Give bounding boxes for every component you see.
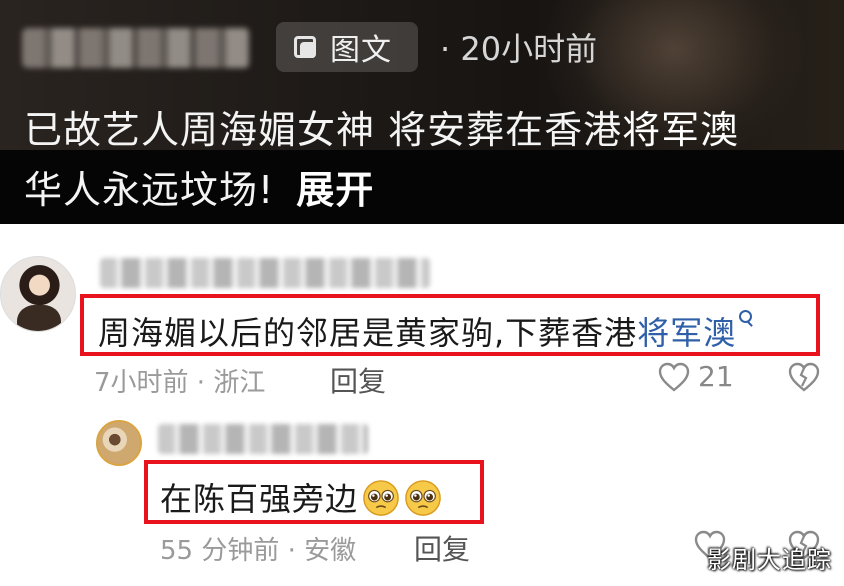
- username-blurred[interactable]: [100, 258, 430, 288]
- pleading-face-emoji: [363, 480, 399, 516]
- search-icon[interactable]: [738, 310, 754, 330]
- author-name-blurred: [22, 28, 250, 68]
- reply-avatar[interactable]: [96, 420, 142, 466]
- post-body: 已故艺人周海媚女神 将安葬在香港将军澳 华人永远坟场! 展开: [24, 100, 824, 220]
- like-count: 21: [698, 360, 734, 393]
- post-type-badge[interactable]: 图文: [276, 22, 418, 72]
- reply-reply-button[interactable]: 回复: [414, 528, 470, 568]
- reply-text: 在陈百强旁边: [160, 474, 442, 520]
- pleading-face-emoji: [405, 480, 441, 516]
- comment-text-prefix: 周海媚以后的邻居是黄家驹,下葬香港: [98, 314, 638, 352]
- reply-text-content: 在陈百强旁边: [160, 480, 359, 518]
- reply-button[interactable]: 回复: [330, 360, 386, 400]
- comment-meta: 7小时前 · 浙江: [94, 368, 266, 398]
- reply-meta: 55 分钟前 · 安徽: [160, 536, 357, 566]
- post-header: 图文 · 20小时前 已故艺人周海媚女神 将安葬在香港将军澳 华人永远坟场! 展开: [0, 0, 844, 224]
- watermark: 影剧大追踪: [707, 546, 832, 574]
- heart-outline-icon[interactable]: [658, 362, 690, 392]
- reply-highlight-box: 在陈百强旁边: [144, 460, 484, 524]
- comment-keyword-link[interactable]: 将军澳: [637, 314, 736, 352]
- post-type-label: 图文: [330, 33, 392, 68]
- post-text-main: 已故艺人周海媚女神 将安葬在香港: [24, 108, 623, 152]
- comment-highlight-box: 周海媚以后的邻居是黄家驹,下葬香港将军澳: [80, 294, 820, 356]
- post-text-line2: 华人永远坟场!: [24, 168, 275, 212]
- image-text-icon: [292, 34, 318, 60]
- post-timestamp: · 20小时前: [440, 30, 598, 68]
- avatar[interactable]: [0, 256, 76, 332]
- comment-text: 周海媚以后的邻居是黄家驹,下葬香港将军澳: [98, 308, 754, 354]
- reply-username-blurred[interactable]: [158, 424, 368, 454]
- post-keyword-link[interactable]: 将军澳: [622, 108, 739, 152]
- broken-heart-icon[interactable]: [788, 362, 820, 392]
- expand-button[interactable]: 展开: [296, 168, 374, 212]
